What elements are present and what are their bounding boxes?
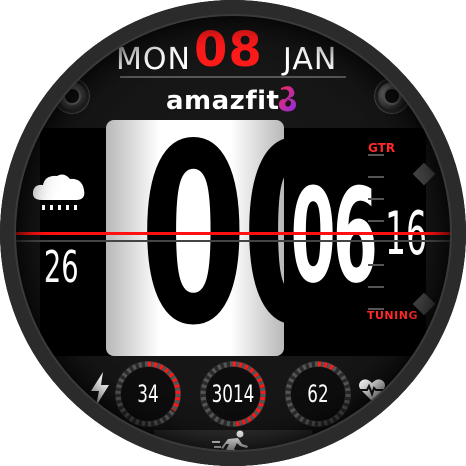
running-person-icon [212,430,248,461]
minutes-display: 06 [286,160,378,312]
hours-display: 00 [106,120,284,356]
amazfit-logo-icon [278,86,297,112]
date-row: MON 08 JAN [0,22,466,78]
center-gray-line [14,240,452,242]
battery-value: 34 [137,380,159,408]
steps-value: 3014 [211,380,255,408]
month-label: JAN [283,42,338,77]
brand: amazfit [166,86,316,120]
hours-value: 00 [139,120,284,356]
right-screw-icon [378,82,406,110]
steps-gauge: 3014 [199,360,267,428]
watch-face: MON 08 JAN amazfit 00 06 GT [0,0,466,466]
heart-rate-gauge: 62 [284,360,352,428]
brand-name: amazfit [166,86,280,116]
gtr-label: GTR [368,141,396,155]
weekday-label: MON [116,42,191,77]
heart-rate-value: 62 [307,380,329,408]
heart-pulse-icon [359,379,385,401]
rain-cloud-icon [32,174,85,210]
battery-gauge: 34 [114,360,182,428]
date-divider [120,76,346,78]
left-screw-icon [58,82,86,110]
center-red-line [14,232,452,235]
day-number: 08 [194,22,263,78]
tuning-label: TUNING [367,309,418,322]
temperature-value: 26 [43,242,79,293]
minutes-value: 06 [290,160,378,312]
lightning-bolt-icon [91,372,109,406]
